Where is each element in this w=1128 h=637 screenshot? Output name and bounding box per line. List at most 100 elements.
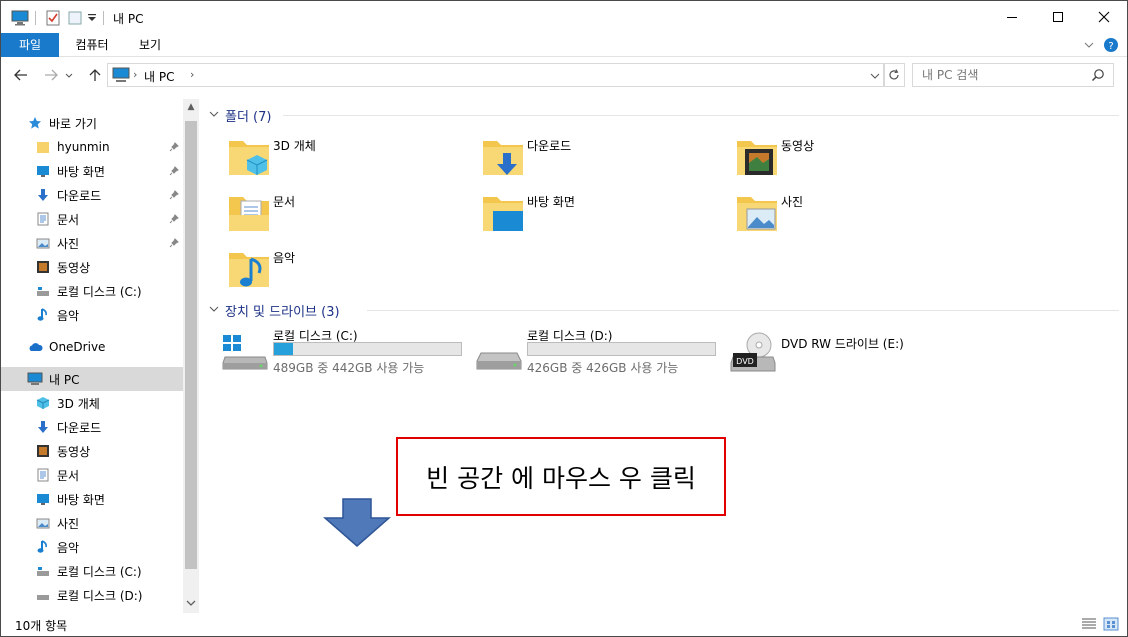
sidebar-item-desktop[interactable]: 바탕 화면 bbox=[1, 159, 183, 183]
sidebar-item-onedrive[interactable]: OneDrive bbox=[1, 335, 183, 359]
folder-label: 음악 bbox=[273, 251, 296, 265]
drive-free-space: 426GB 중 426GB 사용 가능 bbox=[527, 361, 679, 375]
large-icons-view-icon[interactable] bbox=[1103, 617, 1119, 634]
sidebar-item-downloads[interactable]: 다운로드 bbox=[1, 415, 183, 439]
help-icon[interactable]: ? bbox=[1103, 37, 1119, 56]
star-icon bbox=[27, 115, 43, 131]
drive-d[interactable]: 로컬 디스크 (D:) 426GB 중 426GB 사용 가능 bbox=[475, 327, 725, 377]
sidebar-item-quick-access[interactable]: 바로 가기 bbox=[1, 111, 183, 135]
desktop-icon bbox=[35, 163, 51, 179]
sidebar-item-label: 내 PC bbox=[49, 372, 80, 387]
folder-pictures[interactable]: 사진 bbox=[733, 189, 803, 241]
sidebar-item-label: 문서 bbox=[57, 468, 80, 483]
pin-icon[interactable] bbox=[169, 141, 179, 155]
scroll-thumb[interactable] bbox=[185, 121, 197, 569]
drive-dvd[interactable]: DVD DVD RW 드라이브 (E:) bbox=[729, 327, 979, 377]
scroll-up-icon[interactable]: ▲ bbox=[183, 99, 199, 115]
cloud-icon bbox=[27, 339, 43, 355]
new-folder-icon[interactable] bbox=[67, 10, 83, 29]
pin-icon[interactable] bbox=[169, 237, 179, 251]
folder-music[interactable]: 음악 bbox=[225, 245, 295, 297]
picture-icon bbox=[35, 515, 51, 531]
sidebar-item-label: 바탕 화면 bbox=[57, 164, 105, 179]
sidebar-item-hyunmin[interactable]: hyunmin bbox=[1, 135, 183, 159]
folder-documents[interactable]: 문서 bbox=[225, 189, 295, 241]
scroll-down-icon[interactable] bbox=[183, 595, 199, 611]
forward-button[interactable] bbox=[41, 65, 61, 85]
sidebar-item-documents[interactable]: 문서 bbox=[1, 463, 183, 487]
sidebar-item-music[interactable]: 음악 bbox=[1, 303, 183, 327]
sidebar-item-local-disk-c[interactable]: 로컬 디스크 (C:) bbox=[1, 279, 183, 303]
properties-icon[interactable] bbox=[45, 10, 61, 29]
navigation-pane: 바로 가기 hyunmin 바탕 화면 다운로드 문서 사진 동영상 로컬 디스… bbox=[1, 99, 199, 613]
tab-view[interactable]: 보기 bbox=[129, 33, 171, 57]
sidebar-item-label: 다운로드 bbox=[57, 420, 102, 435]
recent-locations-button[interactable] bbox=[63, 65, 75, 85]
sidebar-scrollbar[interactable]: ▲ bbox=[183, 99, 199, 613]
drive-icon bbox=[35, 563, 51, 579]
drive-c[interactable]: 로컬 디스크 (C:) 489GB 중 442GB 사용 가능 bbox=[221, 327, 471, 377]
navigation-bar: › 내 PC › bbox=[1, 59, 1127, 91]
folder-label: 문서 bbox=[273, 195, 296, 209]
pin-icon[interactable] bbox=[169, 189, 179, 203]
sidebar-item-pictures[interactable]: 사진 bbox=[1, 511, 183, 535]
drive-icon bbox=[35, 283, 51, 299]
sidebar-item-music[interactable]: 음악 bbox=[1, 535, 183, 559]
sidebar-item-label: 사진 bbox=[57, 516, 80, 531]
sidebar-item-label: 문서 bbox=[57, 212, 80, 227]
callout-text: 빈 공간 에 마우스 우 클릭 bbox=[426, 463, 696, 493]
chevron-right-icon[interactable]: › bbox=[133, 68, 137, 81]
devices-group-header[interactable]: 장치 및 드라이브 (3) bbox=[209, 301, 340, 320]
sidebar-item-label: 사진 bbox=[57, 236, 80, 251]
drive-usage-fill bbox=[274, 343, 293, 355]
chevron-down-icon[interactable] bbox=[870, 70, 880, 84]
pin-icon[interactable] bbox=[169, 213, 179, 227]
chevron-down-icon[interactable] bbox=[209, 303, 219, 318]
window-title: 내 PC bbox=[113, 12, 144, 26]
sidebar-item-downloads[interactable]: 다운로드 bbox=[1, 183, 183, 207]
maximize-button[interactable] bbox=[1035, 1, 1081, 33]
details-view-icon[interactable] bbox=[1081, 617, 1097, 634]
sidebar-item-videos[interactable]: 동영상 bbox=[1, 255, 183, 279]
refresh-button[interactable] bbox=[883, 63, 905, 87]
search-box[interactable] bbox=[912, 63, 1114, 87]
drive-free-space: 489GB 중 442GB 사용 가능 bbox=[273, 361, 425, 375]
sidebar-item-this-pc[interactable]: 내 PC bbox=[1, 367, 183, 391]
chevron-down-icon[interactable] bbox=[209, 108, 219, 123]
desktop-folder-icon bbox=[479, 189, 527, 237]
pc-icon bbox=[112, 67, 130, 86]
folder-downloads[interactable]: 다운로드 bbox=[479, 133, 571, 185]
customize-toolbar-icon[interactable] bbox=[87, 12, 97, 26]
desktop-icon bbox=[35, 491, 51, 507]
sidebar-item-label: 바로 가기 bbox=[49, 116, 97, 131]
video-icon bbox=[35, 259, 51, 275]
up-button[interactable] bbox=[85, 65, 105, 85]
folder-desktop[interactable]: 바탕 화면 bbox=[479, 189, 575, 241]
sidebar-item-3d-objects[interactable]: 3D 개체 bbox=[1, 391, 183, 415]
folder-videos[interactable]: 동영상 bbox=[733, 133, 814, 185]
pin-icon[interactable] bbox=[169, 165, 179, 179]
sidebar-item-documents[interactable]: 문서 bbox=[1, 207, 183, 231]
music-folder-icon bbox=[225, 245, 273, 293]
tab-computer[interactable]: 컴퓨터 bbox=[67, 33, 117, 57]
tab-file[interactable]: 파일 bbox=[1, 33, 59, 57]
folders-group-header[interactable]: 폴더 (7) bbox=[209, 106, 271, 125]
address-bar[interactable]: › 내 PC › bbox=[107, 63, 885, 87]
down-arrow-shape bbox=[323, 498, 391, 547]
sidebar-item-local-disk-c[interactable]: 로컬 디스크 (C:) bbox=[1, 559, 183, 583]
search-icon[interactable] bbox=[1091, 68, 1105, 85]
sidebar-item-local-disk-d[interactable]: 로컬 디스크 (D:) bbox=[1, 583, 183, 607]
sidebar-item-desktop[interactable]: 바탕 화면 bbox=[1, 487, 183, 511]
chevron-down-icon[interactable] bbox=[1083, 39, 1095, 54]
folder-3d-objects[interactable]: 3D 개체 bbox=[225, 133, 316, 185]
folder-label: 바탕 화면 bbox=[527, 195, 575, 209]
chevron-right-icon[interactable]: › bbox=[190, 68, 194, 81]
view-switcher bbox=[1081, 617, 1119, 634]
sidebar-item-pictures[interactable]: 사진 bbox=[1, 231, 183, 255]
sidebar-item-videos[interactable]: 동영상 bbox=[1, 439, 183, 463]
close-button[interactable] bbox=[1081, 1, 1127, 33]
minimize-button[interactable] bbox=[989, 1, 1035, 33]
back-button[interactable] bbox=[11, 65, 31, 85]
dvd-drive-icon: DVD bbox=[729, 331, 777, 376]
search-input[interactable] bbox=[922, 65, 1092, 85]
